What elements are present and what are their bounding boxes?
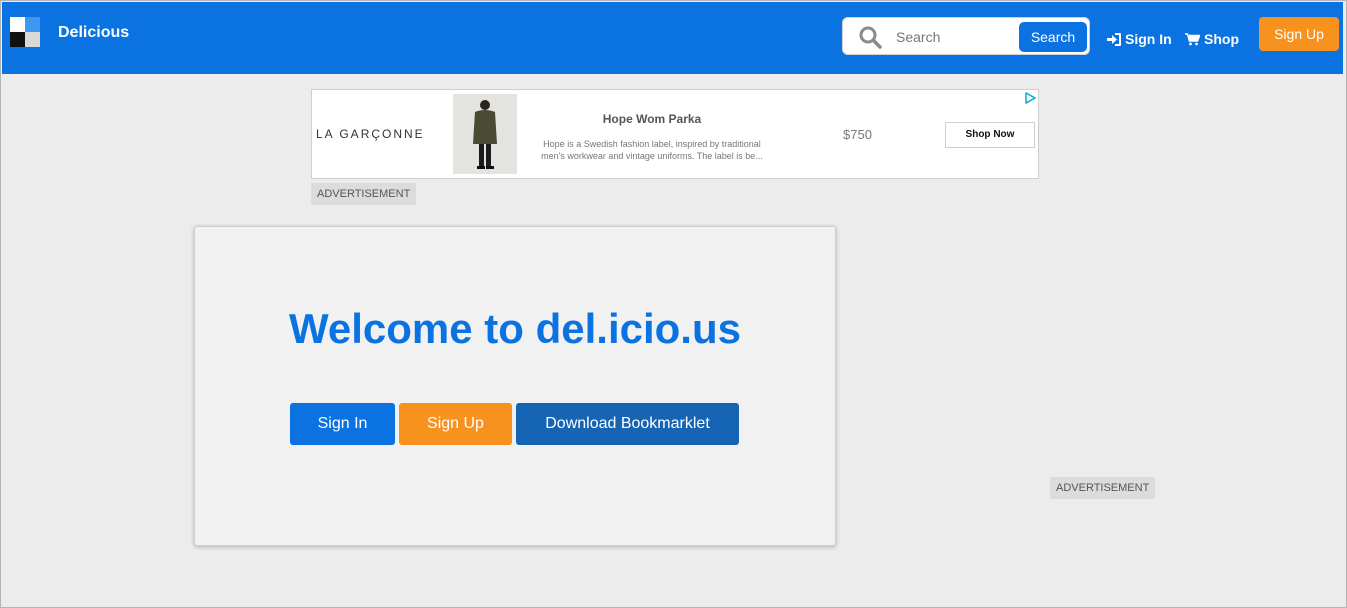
ad-price: $750 <box>843 127 872 142</box>
logo-square-gray <box>25 32 40 47</box>
header-sign-up-button[interactable]: Sign Up <box>1259 17 1339 51</box>
advertisement-label: ADVERTISEMENT <box>311 183 417 205</box>
search-bar: Search <box>842 17 1090 55</box>
sign-in-button[interactable]: Sign In <box>290 403 395 445</box>
nav-shop-label: Shop <box>1204 31 1239 47</box>
logo-square-blue <box>25 17 40 32</box>
nav-shop-link[interactable]: Shop <box>1185 31 1239 47</box>
nav-sign-in-link[interactable]: Sign In <box>1107 31 1172 47</box>
search-input[interactable] <box>894 26 1018 48</box>
cart-icon <box>1185 32 1200 45</box>
sign-in-icon <box>1107 32 1121 46</box>
logo-square-black <box>10 32 25 47</box>
ad-banner[interactable]: LA GARÇONNE Hope Wom Parka Hope is a Swe… <box>311 89 1039 179</box>
nav-sign-in-label: Sign In <box>1125 31 1172 47</box>
ad-product-image <box>453 94 517 174</box>
welcome-panel: Welcome to del.icio.us Sign In Sign Up D… <box>194 226 836 546</box>
ad-title: Hope Wom Parka <box>602 112 702 126</box>
welcome-heading: Welcome to del.icio.us <box>289 305 741 352</box>
logo-square-white <box>10 17 25 32</box>
search-button[interactable]: Search <box>1019 22 1087 52</box>
sign-up-button[interactable]: Sign Up <box>399 403 512 445</box>
download-bookmarklet-button[interactable]: Download Bookmarklet <box>516 403 739 445</box>
side-advertisement-label: ADVERTISEMENT <box>1050 477 1156 499</box>
ad-shop-now-button[interactable]: Shop Now <box>945 122 1035 148</box>
delicious-logo[interactable] <box>10 17 40 47</box>
ad-choices-icon[interactable] <box>1023 91 1037 105</box>
ad-brand-name: LA GARÇONNE <box>316 127 425 141</box>
search-icon <box>859 26 882 49</box>
brand-name[interactable]: Delicious <box>58 24 129 42</box>
ad-description: Hope is a Swedish fashion label, inspire… <box>541 139 763 161</box>
top-nav-bar: Delicious Search Sign In Shop Sign Up <box>2 2 1343 74</box>
